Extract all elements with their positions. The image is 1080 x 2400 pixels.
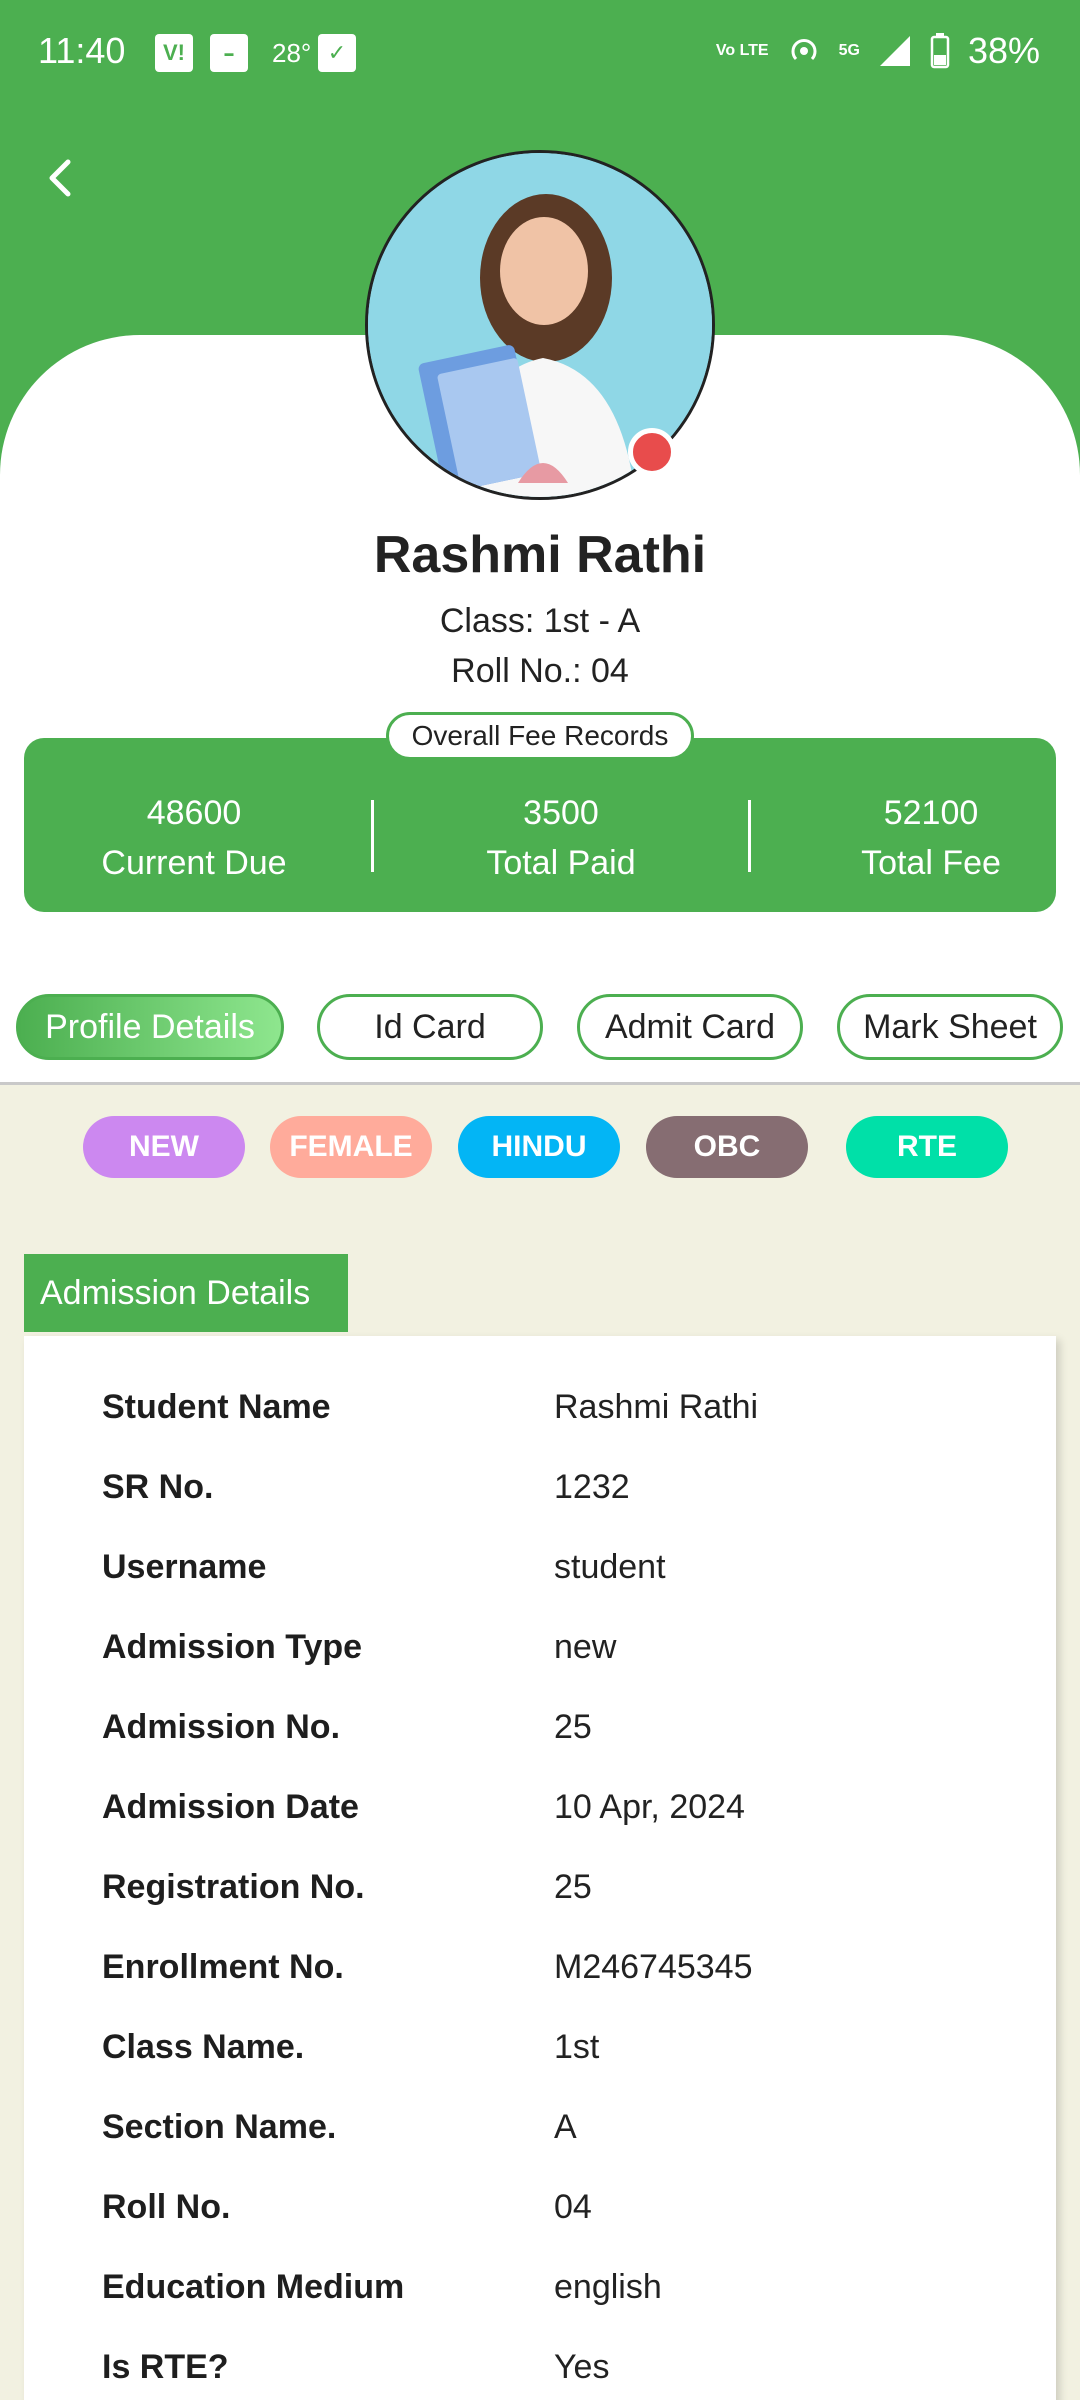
detail-row: Class Name. 1st: [102, 2028, 1002, 2088]
total-fee-label: Total Fee: [861, 844, 1001, 882]
tag-new: NEW: [83, 1116, 245, 1178]
detail-row: Enrollment No. M246745345: [102, 1948, 1002, 2008]
vi-app-icon: V!: [155, 34, 193, 72]
zomato-app-icon: ▬: [210, 34, 248, 72]
divider: [371, 800, 374, 872]
fee-summary-card: 48600 Current Due 3500 Total Paid 52100 …: [24, 738, 1056, 912]
detail-label: Registration No.: [102, 1868, 365, 1906]
hotspot-icon: [791, 39, 817, 61]
total-paid: 3500 Total Paid: [411, 788, 711, 888]
divider: [748, 800, 751, 872]
total-fee: 52100 Total Fee: [781, 788, 1080, 888]
detail-value: 1232: [554, 1468, 630, 1506]
detail-label: Admission Type: [102, 1628, 363, 1666]
detail-value: 1st: [554, 2028, 600, 2066]
tag-obc: OBC: [646, 1116, 808, 1178]
detail-label: Student Name: [102, 1388, 331, 1426]
detail-value: new: [554, 1628, 617, 1666]
total-fee-value: 52100: [883, 794, 979, 832]
current-due-value: 48600: [146, 794, 242, 832]
detail-row: SR No. 1232: [102, 1468, 1002, 1528]
tab-admit-card[interactable]: Admit Card: [577, 994, 803, 1060]
tab-divider: [0, 1082, 1080, 1085]
detail-row: Registration No. 25: [102, 1868, 1002, 1928]
status-time: 11:40: [38, 30, 126, 71]
detail-value: Yes: [554, 2348, 610, 2386]
profile-tabs: Profile Details Id Card Admit Card Mark …: [0, 994, 1080, 1060]
signal-icon: [879, 36, 910, 66]
roll-line: Roll No.: 04: [451, 652, 629, 690]
detail-value: Rashmi Rathi: [554, 1388, 759, 1426]
detail-value: M246745345: [554, 1948, 753, 1986]
detail-label: SR No.: [102, 1468, 214, 1506]
detail-label: Is RTE?: [102, 2348, 229, 2386]
detail-value: 25: [554, 1868, 592, 1906]
detail-value: student: [554, 1548, 666, 1586]
current-due: 48600 Current Due: [44, 788, 344, 888]
admission-details-card: Student Name Rashmi Rathi SR No. 1232 Userna…: [24, 1336, 1056, 2400]
student-name: Rashmi Rathi: [373, 526, 707, 584]
detail-row: Student Name Rashmi Rathi: [102, 1388, 1002, 1448]
back-arrow-icon[interactable]: [40, 148, 80, 208]
volte-icon: Vo LTE: [715, 42, 769, 59]
fee-records-label[interactable]: Overall Fee Records: [386, 712, 694, 760]
network-type: 5G: [838, 42, 860, 59]
detail-row: Admission Date 10 Apr, 2024: [102, 1788, 1002, 1848]
v-app-icon: ✓: [318, 34, 356, 72]
total-paid-label: Total Paid: [486, 844, 636, 882]
detail-label: Admission Date: [102, 1788, 359, 1826]
detail-row: Is RTE? Yes: [102, 2348, 1002, 2400]
admission-details-header: Admission Details: [24, 1254, 348, 1332]
detail-row: Username student: [102, 1548, 1002, 1608]
detail-label: Section Name.: [102, 2108, 337, 2146]
tab-mark-sheet[interactable]: Mark Sheet: [837, 994, 1063, 1060]
detail-label: Admission No.: [102, 1708, 341, 1746]
status-bar: 11:40 V! ▬ 28° ✓ Vo LTE 5G 38%: [0, 0, 1080, 108]
tab-id-card[interactable]: Id Card: [317, 994, 543, 1060]
detail-value: 04: [554, 2188, 592, 2226]
detail-value: 25: [554, 1708, 592, 1746]
detail-value: english: [554, 2268, 662, 2306]
battery-level: 38%: [967, 30, 1040, 71]
tag-rte: RTE: [846, 1116, 1008, 1178]
tab-profile-details[interactable]: Profile Details: [16, 994, 284, 1060]
total-paid-value: 3500: [523, 794, 599, 832]
class-line: Class: 1st - A: [439, 602, 641, 640]
detail-label: Username: [102, 1548, 267, 1586]
current-due-label: Current Due: [101, 844, 287, 882]
detail-row: Admission Type new: [102, 1628, 1002, 1688]
detail-label: Roll No.: [102, 2188, 231, 2226]
detail-value: 10 Apr, 2024: [554, 1788, 745, 1826]
detail-row: Admission No. 25: [102, 1708, 1002, 1768]
detail-label: Education Medium: [102, 2268, 405, 2306]
tag-female: FEMALE: [270, 1116, 432, 1178]
detail-label: Enrollment No.: [102, 1948, 344, 1986]
online-status-dot: [628, 428, 676, 476]
weather-temp: 28°: [272, 38, 312, 68]
detail-row: Roll No. 04: [102, 2188, 1002, 2248]
detail-value: A: [554, 2108, 577, 2146]
battery-icon: [930, 33, 950, 69]
tag-hindu: HINDU: [458, 1116, 620, 1178]
detail-row: Section Name. A: [102, 2108, 1002, 2168]
detail-label: Class Name.: [102, 2028, 305, 2066]
detail-row: Education Medium english: [102, 2268, 1002, 2328]
